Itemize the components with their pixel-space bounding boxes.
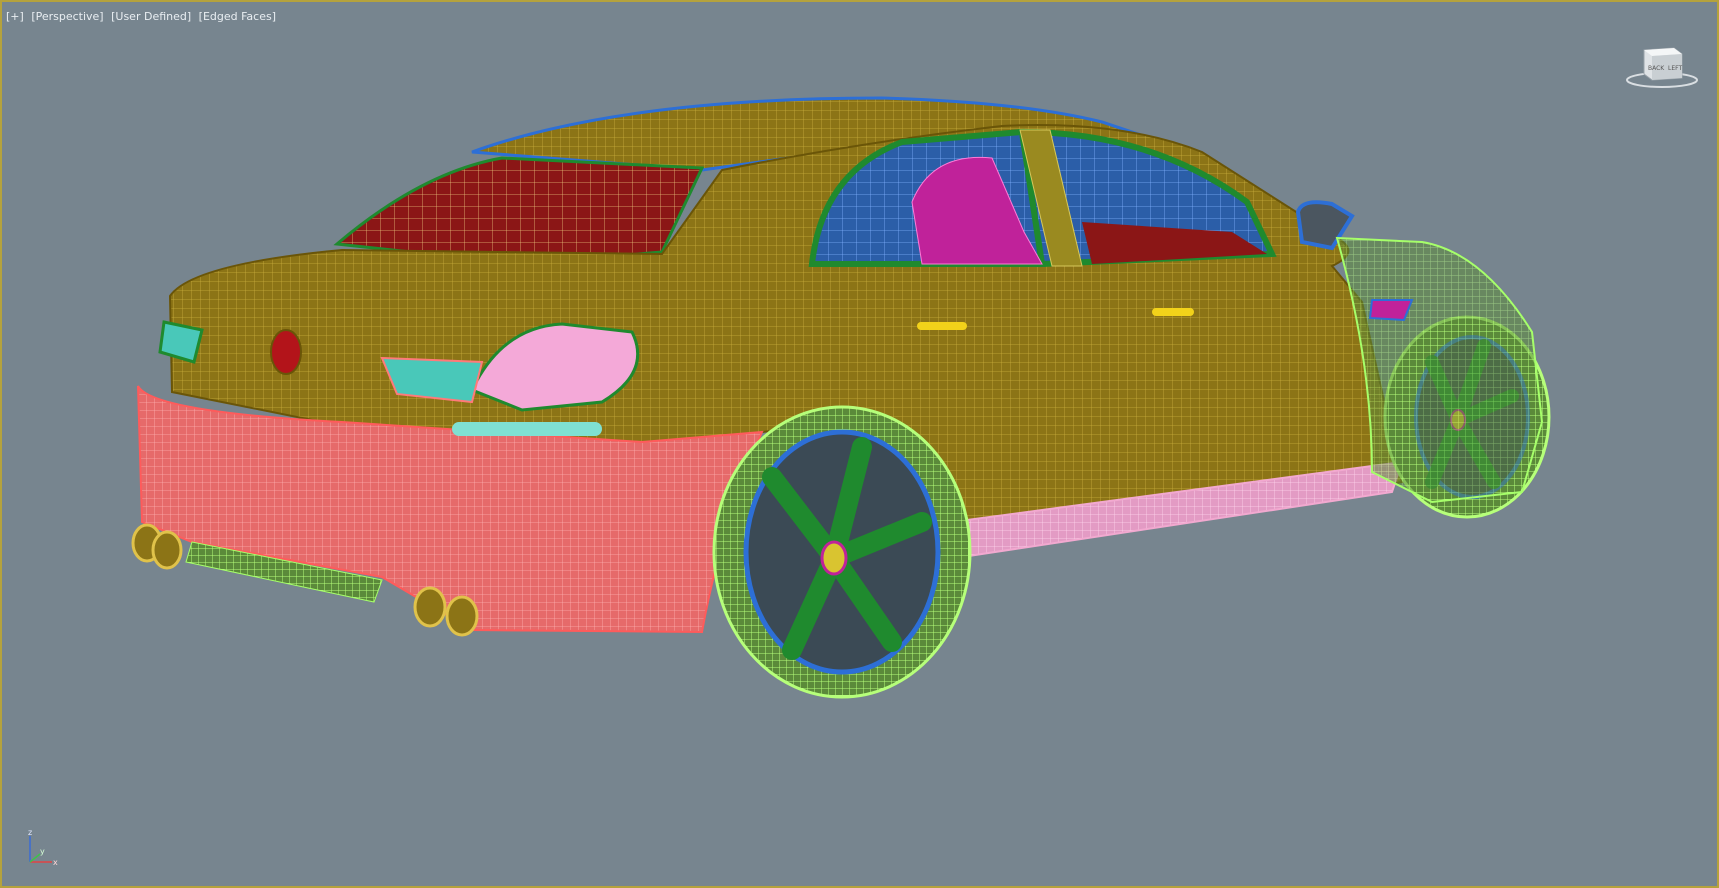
viewcube-icon[interactable]: BACK LEFT	[1624, 40, 1700, 90]
viewport-user-defined[interactable]: [User Defined]	[111, 10, 191, 23]
wireframe-car-scene	[131, 96, 1551, 699]
viewport-menu-plus[interactable]: [+]	[6, 10, 24, 23]
rear-window	[333, 156, 705, 266]
axis-triad-icon: z x y	[28, 828, 58, 867]
viewcube-face-left[interactable]: LEFT	[1668, 65, 1682, 72]
fender-vent	[1368, 299, 1414, 322]
viewport-shading-edged-faces[interactable]: [Edged Faces]	[199, 10, 276, 23]
door-handle-rear	[917, 322, 967, 330]
axis-y-label: y	[40, 847, 45, 856]
door-handle-front	[1152, 308, 1194, 316]
perspective-viewport[interactable]: [+] [Perspective] [User Defined] [Edged …	[0, 0, 1719, 888]
viewport-label: [+] [Perspective] [User Defined] [Edged …	[6, 10, 280, 23]
viewcube-face-back[interactable]: BACK	[1648, 65, 1665, 72]
axis-z-label: z	[28, 828, 32, 837]
bumper-reflector	[452, 422, 602, 436]
tail-light-left	[158, 320, 204, 364]
rear-wheel	[712, 405, 972, 699]
rear-badge	[270, 329, 302, 375]
axis-x-label: x	[53, 858, 58, 867]
viewport-view-perspective[interactable]: [Perspective]	[31, 10, 103, 23]
